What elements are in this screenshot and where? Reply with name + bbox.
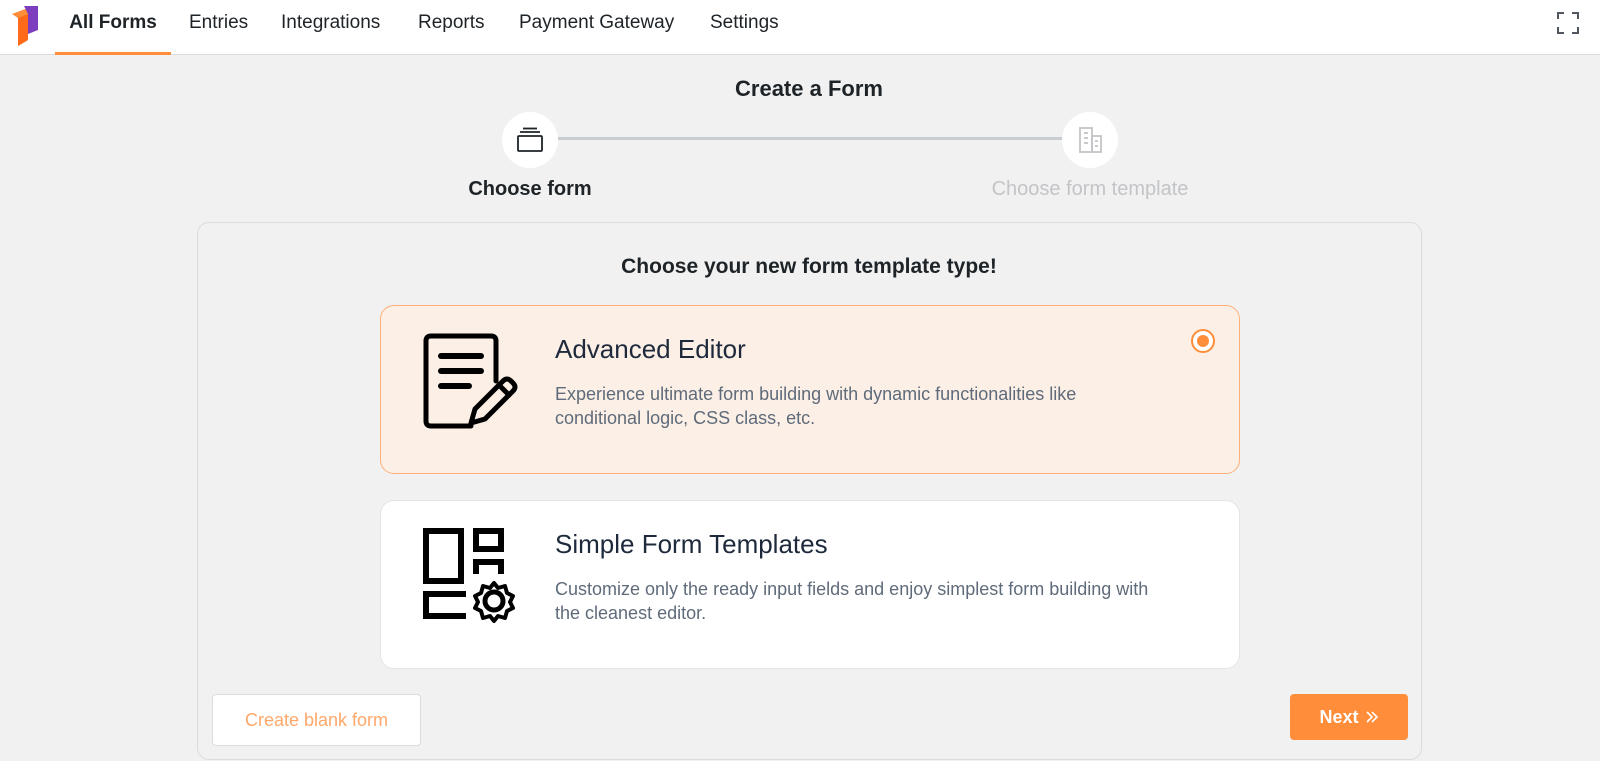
option-radio-selected[interactable]	[1191, 329, 1215, 353]
step-2-label: Choose form template	[991, 178, 1189, 200]
nav-reports[interactable]: Reports	[418, 0, 485, 55]
stepper-progress-line	[556, 137, 1064, 140]
layers-icon	[517, 127, 543, 152]
step-1-indicator	[502, 112, 558, 168]
option-description: Customize only the ready input fields an…	[555, 579, 1149, 623]
building-icon	[1079, 127, 1102, 153]
option-description: Experience ultimate form building with d…	[555, 384, 1077, 428]
nav-entries[interactable]: Entries	[189, 0, 248, 55]
template-type-card	[197, 222, 1422, 760]
nav-settings[interactable]: Settings	[710, 0, 779, 55]
option-title: Simple Form Templates	[555, 529, 828, 559]
fullscreen-icon[interactable]	[1556, 11, 1580, 35]
nav-integrations[interactable]: Integrations	[281, 0, 380, 55]
app-logo[interactable]	[10, 4, 40, 46]
double-chevron-right-icon	[1365, 711, 1378, 723]
card-title: Choose your new form template type!	[621, 255, 997, 278]
create-blank-form-button[interactable]: Create blank form	[212, 694, 421, 746]
document-edit-icon	[423, 333, 518, 429]
step-2-indicator	[1062, 112, 1118, 168]
next-button-label: Next	[1319, 706, 1359, 727]
nav-all-forms[interactable]: All Forms	[55, 0, 171, 55]
page-title: Create a Form	[735, 76, 883, 101]
next-button[interactable]: Next	[1290, 694, 1408, 740]
option-advanced-editor[interactable]: Advanced Editor Experience ultimate form…	[380, 305, 1240, 474]
nav-payment-gateway[interactable]: Payment Gateway	[519, 0, 674, 55]
option-simple-form-templates[interactable]: Simple Form Templates Customize only the…	[380, 500, 1240, 669]
layout-settings-icon	[423, 528, 515, 623]
option-title: Advanced Editor	[555, 334, 746, 364]
step-1-label: Choose form	[468, 178, 592, 200]
top-navigation: All Forms Entries Integrations Reports P…	[0, 0, 1600, 55]
